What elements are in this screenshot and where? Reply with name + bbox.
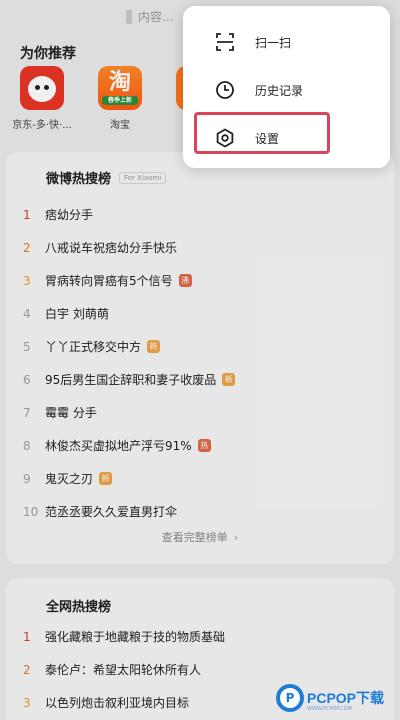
app-label: 京东-多·快·...: [12, 120, 72, 131]
list-item[interactable]: 1 强化藏粮于地藏粮于技的物质基础: [6, 620, 394, 653]
list-item[interactable]: 6 95后男生国企辞职和妻子收废品新: [6, 363, 394, 396]
menu-item-history[interactable]: 历史记录: [183, 66, 390, 114]
rank-number: 4: [23, 306, 31, 321]
list-item[interactable]: 10 范丞丞要久久爱直男打伞: [6, 495, 394, 528]
new-badge: 新: [222, 373, 236, 386]
menu-item-scan[interactable]: 扫一扫: [183, 18, 390, 66]
topic-text: 林俊杰买虚拟地产浮亏91%: [45, 439, 192, 453]
app-taobao[interactable]: 淘 春季上新 淘宝: [90, 66, 150, 131]
search-hint-text: 内容...: [138, 10, 174, 24]
topic-text: 痞幼分手: [45, 208, 94, 222]
partner-tag: For Xiaomi: [119, 171, 167, 184]
topic-text: 范丞丞要久久爱直男打伞: [45, 505, 178, 519]
search-box[interactable]: 内容...: [126, 8, 173, 25]
list-item[interactable]: 7 霉霉 分手: [6, 396, 394, 429]
new-badge: 新: [99, 472, 113, 485]
chevron-right-icon: ›: [233, 531, 239, 544]
list-item[interactable]: 9 鬼灭之刃新: [6, 462, 394, 495]
rank-number: 5: [23, 339, 31, 354]
app-label: 淘宝: [110, 120, 130, 131]
list-item[interactable]: 4 白宇 刘萌萌: [6, 297, 394, 330]
rank-number: 2: [23, 662, 31, 677]
overflow-menu: 扫一扫 历史记录 设置: [183, 6, 390, 168]
weibo-title: 微博热搜榜: [46, 172, 112, 187]
view-all-label: 查看完整榜单: [161, 531, 228, 544]
recommend-title: 为你推荐: [20, 46, 76, 62]
topic-text: 以色列炮击叙利亚境内目标: [45, 696, 190, 710]
new-badge: 新: [147, 340, 161, 353]
topic-text: 八戒说车祝痞幼分手快乐: [45, 241, 178, 255]
web-hot-title: 全网热搜榜: [46, 600, 112, 615]
list-item[interactable]: 1 痞幼分手: [6, 198, 394, 231]
topic-text: 鬼灭之刃: [45, 472, 94, 486]
watermark-text: PCPOP下载: [307, 690, 385, 706]
weibo-hot-card: 微博热搜榜 For Xiaomi 1 痞幼分手 2 八戒说车祝痞幼分手快乐 3 胃病转…: [6, 152, 394, 564]
rank-number: 10: [23, 504, 39, 519]
menu-label: 扫一扫: [255, 35, 292, 50]
view-full-list-link[interactable]: 查看完整榜单 ›: [6, 529, 394, 545]
jd-dog-icon: [20, 66, 64, 110]
weibo-list: 1 痞幼分手 2 八戒说车祝痞幼分手快乐 3 胃病转向胃癌有5个信号沸 4 白宇 刘萌萌…: [6, 198, 394, 528]
pcpop-watermark: P PCPOP下载 WWW.PCPOP.COM: [276, 684, 384, 712]
topic-text: 泰伦卢：希望太阳轮休所有人: [45, 663, 202, 677]
watermark-url: WWW.PCPOP.COM: [307, 706, 352, 712]
list-item[interactable]: 3 胃病转向胃癌有5个信号沸: [6, 264, 394, 297]
rank-number: 3: [23, 695, 31, 710]
clock-icon: [216, 81, 234, 99]
rank-number: 1: [23, 629, 31, 644]
taobao-icon: 淘 春季上新: [98, 66, 142, 110]
topic-text: 丫丫正式移交中方: [45, 340, 142, 354]
topic-text: 强化藏粮于地藏粮于技的物质基础: [45, 630, 226, 644]
hot-badge: 热: [197, 439, 211, 452]
search-cursor-icon: [126, 9, 132, 24]
rank-number: 8: [23, 438, 31, 453]
menu-item-settings[interactable]: 设置: [183, 114, 390, 162]
list-item[interactable]: 2 泰伦卢：希望太阳轮休所有人: [6, 653, 394, 686]
pcpop-logo-icon: P: [276, 684, 304, 712]
scan-icon: [216, 33, 234, 51]
topic-text: 胃病转向胃癌有5个信号: [45, 274, 173, 288]
list-item[interactable]: 5 丫丫正式移交中方新: [6, 330, 394, 363]
rank-number: 9: [23, 471, 31, 486]
rank-number: 7: [23, 405, 31, 420]
menu-label: 历史记录: [255, 83, 304, 98]
list-item[interactable]: 8 林俊杰买虚拟地产浮亏91% 热: [6, 429, 394, 462]
gear-icon: [216, 128, 234, 148]
topic-text: 白宇 刘萌萌: [45, 307, 109, 321]
rank-number: 6: [23, 372, 31, 387]
menu-label: 设置: [255, 131, 280, 146]
hot-badge: 沸: [178, 274, 192, 287]
rank-number: 3: [23, 273, 31, 288]
rank-number: 1: [23, 207, 31, 222]
topic-text: 霉霉 分手: [45, 406, 97, 420]
topic-text: 95后男生国企辞职和妻子收废品: [45, 373, 217, 387]
rank-number: 2: [23, 240, 31, 255]
app-jd[interactable]: 京东-多·快·...: [12, 66, 72, 131]
list-item[interactable]: 2 八戒说车祝痞幼分手快乐: [6, 231, 394, 264]
